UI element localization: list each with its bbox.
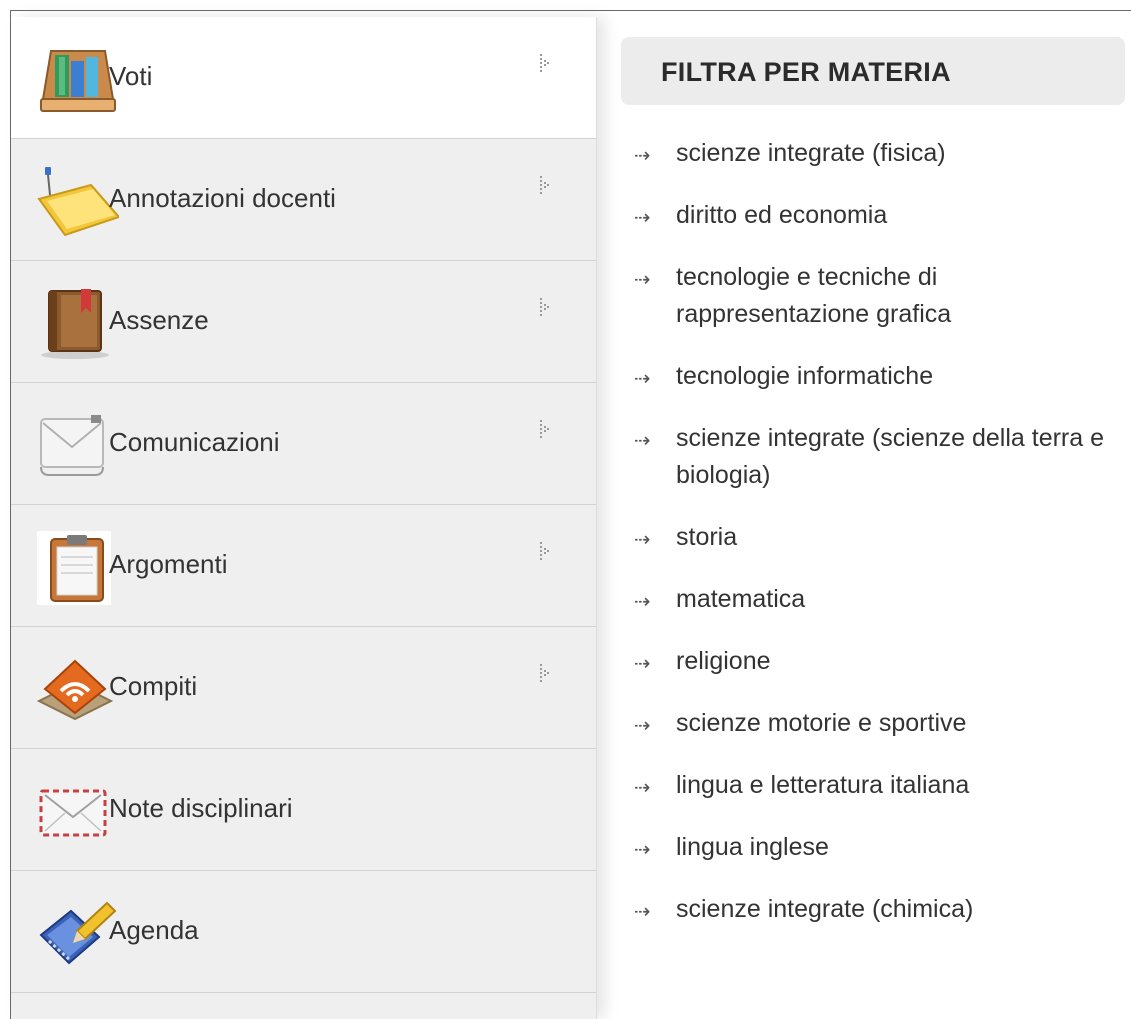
submenu-arrow-icon: [539, 53, 551, 73]
subject-label: diritto ed economia: [676, 201, 888, 229]
subject-label: scienze integrate (scienze della terra e…: [676, 424, 1105, 489]
clipboard-icon: [37, 531, 119, 605]
dotted-arrow-icon: ⇢: [634, 145, 651, 167]
subject-label: lingua inglese: [676, 833, 829, 861]
menu-item-label: Argomenti: [109, 549, 228, 579]
pencil-notebook-icon: [37, 897, 119, 971]
subject-link[interactable]: ⇢ tecnologie e tecniche di rappresentazio…: [628, 259, 1128, 333]
sidebar-menu: Voti Annotazioni docenti Assenze Comunic…: [11, 17, 597, 1019]
subject-label: scienze integrate (fisica): [676, 139, 946, 167]
subject-label: religione: [676, 647, 771, 675]
submenu-arrow-icon: [539, 419, 551, 439]
dotted-arrow-icon: ⇢: [634, 839, 651, 861]
subject-link[interactable]: ⇢ scienze motorie e sportive: [628, 705, 1128, 742]
subject-label: tecnologie informatiche: [676, 362, 934, 390]
subject-label: scienze motorie e sportive: [676, 709, 967, 737]
subject-link[interactable]: ⇢ lingua inglese: [628, 829, 1128, 866]
submenu-arrow-icon: [539, 297, 551, 317]
subject-link[interactable]: ⇢ religione: [628, 643, 1128, 680]
bookmark-book-icon: [37, 287, 119, 361]
dotted-arrow-icon: ⇢: [634, 901, 651, 923]
subject-link[interactable]: ⇢ scienze integrate (scienze della terra …: [628, 420, 1128, 494]
dotted-arrow-icon: ⇢: [634, 715, 651, 737]
subject-link[interactable]: ⇢ diritto ed economia: [628, 197, 1128, 234]
rss-feed-icon: [36, 653, 119, 727]
menu-item-agenda[interactable]: Agenda: [11, 871, 596, 993]
airmail-envelope-icon: [37, 775, 119, 849]
dotted-arrow-icon: ⇢: [634, 777, 651, 799]
menu-item-assenze[interactable]: Assenze: [11, 261, 596, 383]
subject-filter-panel: FILTRA PER MATERIA ⇢ scienze integrate (f…: [600, 17, 1131, 1019]
subject-label: lingua e letteratura italiana: [676, 771, 970, 799]
menu-item-comunicazioni[interactable]: Comunicazioni: [11, 383, 596, 505]
menu-item-label: Compiti: [109, 671, 198, 701]
subject-label: matematica: [676, 585, 806, 613]
submenu-arrow-icon: [539, 663, 551, 683]
subject-link[interactable]: ⇢ storia: [628, 519, 1128, 556]
menu-item-label: Annotazioni docenti: [109, 183, 336, 213]
dotted-arrow-icon: ⇢: [634, 529, 651, 551]
menu-item-label: Note disciplinari: [109, 793, 293, 823]
menu-item-label: Agenda: [109, 915, 199, 945]
filter-title: FILTRA PER MATERIA: [621, 37, 1125, 105]
subject-link[interactable]: ⇢ tecnologie informatiche: [628, 358, 1128, 395]
menu-item-voti[interactable]: Voti: [11, 17, 596, 139]
menu-item-note-disciplinari[interactable]: Note disciplinari: [11, 749, 596, 871]
envelope-icon: [37, 409, 119, 483]
folder-pin-icon: [37, 165, 121, 239]
subject-link[interactable]: ⇢ lingua e letteratura italiana: [628, 767, 1128, 804]
dotted-arrow-icon: ⇢: [634, 269, 651, 291]
subject-label: storia: [676, 523, 738, 551]
subject-label: tecnologie e tecniche di rappresentazion…: [676, 263, 952, 328]
menu-item-label: Voti: [109, 61, 153, 91]
subject-link[interactable]: ⇢ scienze integrate (fisica): [628, 135, 1128, 172]
dotted-arrow-icon: ⇢: [634, 207, 651, 229]
submenu-arrow-icon: [539, 175, 551, 195]
submenu-arrow-icon: [539, 541, 551, 561]
menu-item-label: Comunicazioni: [109, 427, 280, 457]
subject-link[interactable]: ⇢ scienze integrate (chimica): [628, 891, 1128, 928]
dotted-arrow-icon: ⇢: [634, 430, 651, 452]
menu-item-argomenti[interactable]: Argomenti: [11, 505, 596, 627]
subject-list: ⇢ scienze integrate (fisica) ⇢ diritto ed …: [628, 135, 1128, 953]
dotted-arrow-icon: ⇢: [634, 368, 651, 390]
subject-label: scienze integrate (chimica): [676, 895, 974, 923]
subject-link[interactable]: ⇢ matematica: [628, 581, 1128, 618]
menu-item-compiti[interactable]: Compiti: [11, 627, 596, 749]
grades-books-icon: [37, 43, 119, 117]
dotted-arrow-icon: ⇢: [634, 653, 651, 675]
menu-item-label: Assenze: [109, 305, 209, 335]
dotted-arrow-icon: ⇢: [634, 591, 651, 613]
menu-item-annotazioni-docenti[interactable]: Annotazioni docenti: [11, 139, 596, 261]
